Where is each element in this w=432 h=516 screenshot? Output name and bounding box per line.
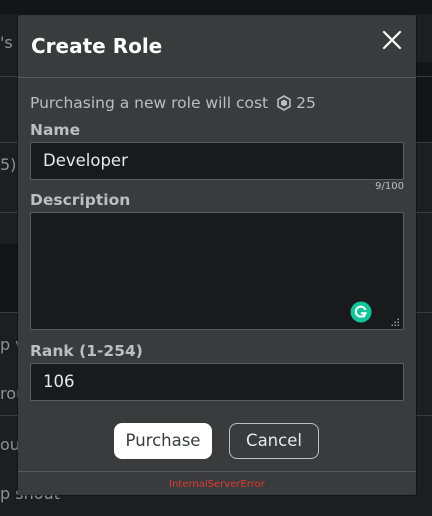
description-label: Description	[30, 191, 131, 209]
footer-divider	[18, 471, 416, 472]
resize-handle-icon[interactable]	[390, 317, 400, 327]
modal-header: Create Role	[18, 15, 416, 77]
modal-title: Create Role	[31, 34, 163, 58]
robux-icon	[277, 95, 291, 111]
cost-notice: Purchasing a new role will cost 25	[30, 93, 316, 113]
description-textarea[interactable]	[30, 212, 404, 330]
cost-amount: 25	[296, 94, 316, 112]
error-message: InternalServerError	[169, 479, 265, 490]
name-label: Name	[30, 121, 81, 139]
purchase-button[interactable]: Purchase	[114, 423, 212, 459]
close-icon	[382, 30, 402, 50]
rank-label: Rank (1-254)	[30, 342, 143, 360]
header-divider	[18, 77, 416, 78]
create-role-modal: Create Role Purchasing a new role will c…	[18, 15, 416, 495]
cost-text: Purchasing a new role will cost	[30, 94, 269, 112]
rank-input[interactable]: 106	[30, 363, 404, 401]
name-input[interactable]: Developer	[30, 142, 404, 180]
grammarly-icon[interactable]	[350, 301, 372, 323]
background-dark-block	[0, 244, 18, 312]
name-char-count: 9/100	[375, 181, 404, 192]
background-strip	[416, 62, 432, 142]
background-text: 's	[0, 33, 13, 52]
background-text: 5)	[0, 155, 17, 174]
close-button[interactable]	[382, 30, 402, 50]
cancel-button[interactable]: Cancel	[229, 423, 319, 459]
background-top-strip	[0, 0, 432, 14]
